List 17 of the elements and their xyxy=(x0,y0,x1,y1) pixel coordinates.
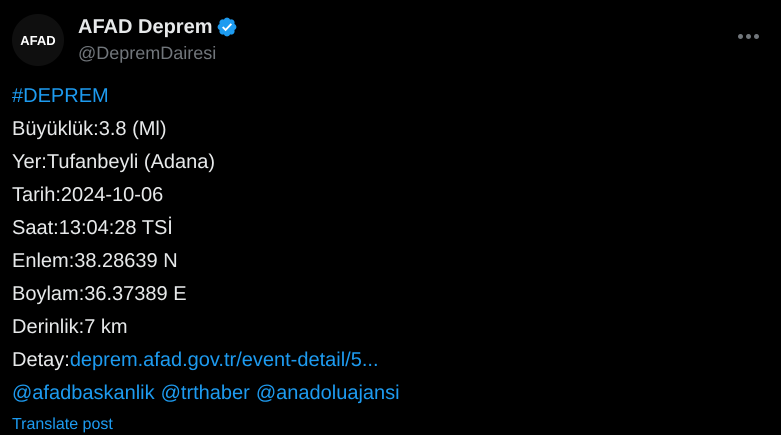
translate-link[interactable]: Translate post xyxy=(12,416,113,434)
post-text-line: Tarih:2024-10-06 xyxy=(12,183,164,208)
detail-label: Detay: xyxy=(12,348,70,373)
post-text-line: Büyüklük:3.8 (Ml) xyxy=(12,117,166,142)
post-text-line: Yer:Tufanbeyli (Adana) xyxy=(12,150,216,175)
detail-link[interactable]: deprem.afad.gov.tr/event-detail/5... xyxy=(70,344,379,377)
post-text-line: Derinlik:7 km xyxy=(12,315,128,340)
account-handle[interactable]: @DepremDairesi xyxy=(78,40,720,66)
mention-link[interactable]: @afadbaskanlik xyxy=(12,377,155,410)
mention-link[interactable]: @trthaber xyxy=(160,377,250,410)
post-text-line: Saat:13:04:28 TSİ xyxy=(12,216,173,241)
mention-link[interactable]: @anadoluajansi xyxy=(256,377,400,410)
post-text-line: Boylam:36.37389 E xyxy=(12,282,187,307)
account-name[interactable]: AFAD Deprem xyxy=(78,14,212,40)
hashtag-link[interactable]: #DEPREM xyxy=(12,80,109,113)
avatar[interactable]: AFAD xyxy=(12,14,64,66)
post-text-line: Enlem:38.28639 N xyxy=(12,249,178,274)
